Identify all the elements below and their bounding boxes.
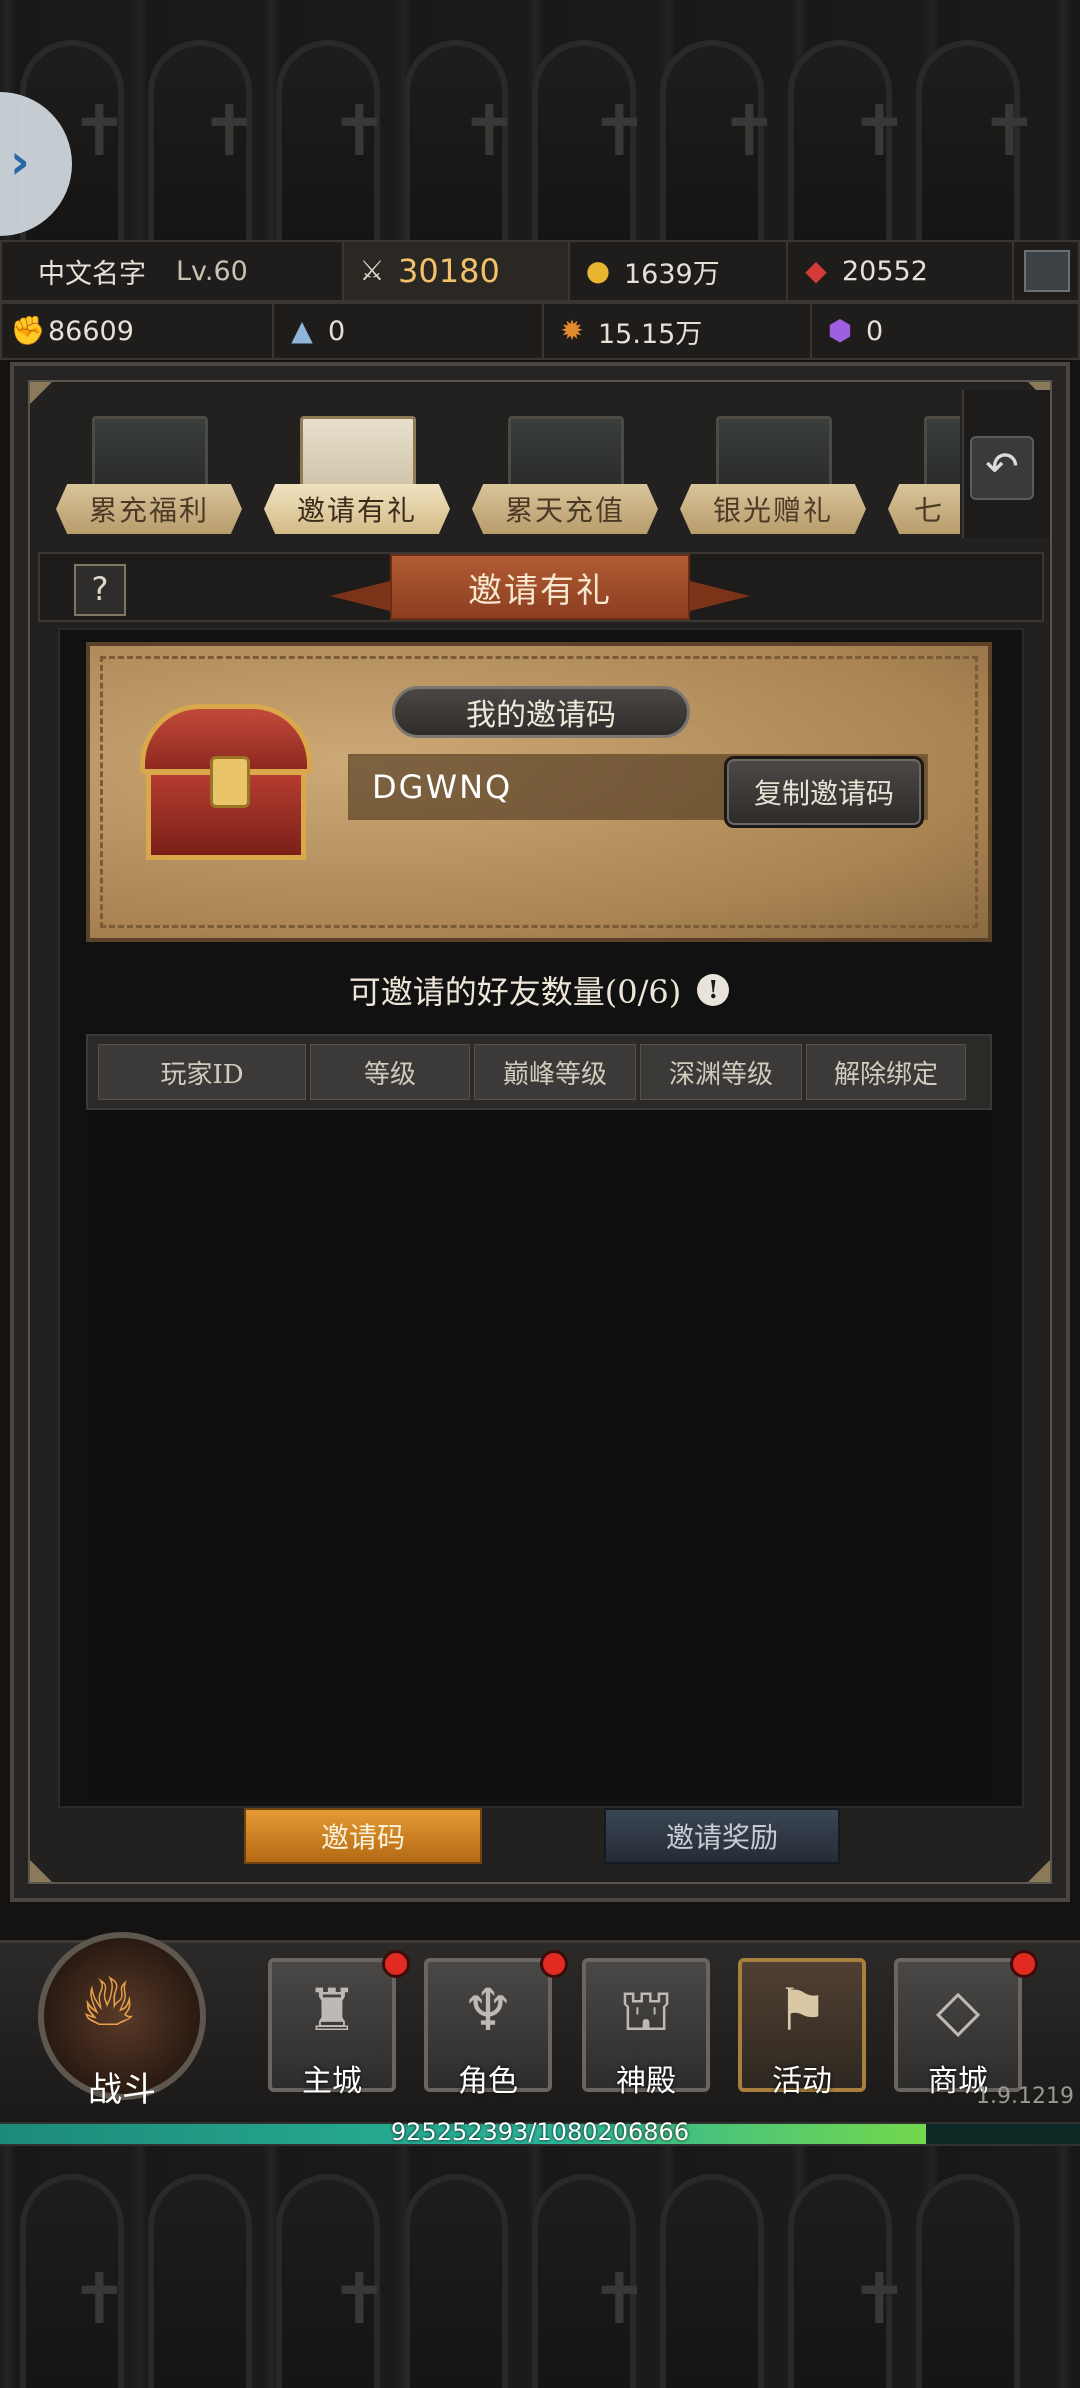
experience-bar: 925252393/1080206866 (0, 2118, 1080, 2146)
nav-main-city[interactable]: ♜ 主城 (268, 1958, 396, 2099)
column-abyss-level: 深渊等级 (640, 1044, 802, 1100)
crossed-swords-icon: ⚔ (359, 254, 385, 287)
back-button[interactable]: ↶ (970, 436, 1034, 500)
info-icon[interactable]: ! (697, 974, 730, 1006)
column-player-id: 玩家ID (98, 1044, 306, 1100)
settings-button[interactable] (1014, 242, 1080, 300)
fire-icon: 🔥︎ (82, 1958, 135, 2042)
tab-daily-recharge[interactable]: 累天充值 (472, 390, 658, 540)
version-label: 1.9.1219 (976, 2084, 1074, 2109)
menu-icon (1024, 250, 1070, 292)
gold-resource[interactable]: ● 1639万 (570, 242, 788, 300)
friends-table-body (86, 1110, 992, 1798)
notification-badge (382, 1950, 410, 1978)
purple-gem-icon: ⬢ (827, 314, 853, 347)
return-arrow-icon: ↶ (985, 444, 1019, 490)
battle-label: 战斗 (88, 2070, 156, 2110)
nav-activity[interactable]: ⚑ 活动 (738, 1958, 866, 2099)
emblem-value: 15.15万 (598, 318, 703, 350)
copy-invite-code-button[interactable]: 复制邀请码 (724, 756, 924, 828)
notification-badge (1010, 1950, 1038, 1978)
tab-label: 银光赠礼 (680, 484, 866, 534)
column-peak-level: 巅峰等级 (474, 1044, 636, 1100)
tab-label: 累充福利 (56, 484, 242, 534)
nav-character[interactable]: ♆ 角色 (424, 1958, 552, 2099)
tab-label: 累天充值 (472, 484, 658, 534)
treasure-chest-icon (136, 704, 316, 860)
castle-icon: ♜ (306, 1976, 358, 2044)
friends-table-header: 玩家ID 等级 巅峰等级 深渊等级 解除绑定 (86, 1034, 992, 1110)
tab-cumulative-recharge[interactable]: 累充福利 (56, 390, 242, 540)
player-name: 中文名字 (38, 258, 146, 290)
panel-title: 邀请有礼 (390, 554, 690, 620)
tab-invite-gift[interactable]: 邀请有礼 (264, 390, 450, 540)
column-level: 等级 (310, 1044, 470, 1100)
combat-power: ⚔ 30180 (344, 242, 570, 300)
diamond-icon: ◇ (935, 1976, 981, 2044)
crystal-value: 0 (328, 315, 346, 347)
battle-button[interactable]: 🔥︎ 战斗 (38, 1932, 206, 2110)
tab-silver-gift[interactable]: 银光赠礼 (680, 390, 866, 540)
nav-label: 神殿 (616, 2064, 676, 2099)
combat-power-value: 30180 (398, 252, 500, 290)
nav-label: 主城 (302, 2064, 362, 2099)
gem-add-icon: ◆ (805, 254, 827, 287)
horned-helmet-icon: ♆ (462, 1976, 514, 2044)
nav-temple[interactable]: ⛫ 神殿 (582, 1958, 710, 2099)
banner-icon: ⚑ (776, 1976, 828, 2044)
strength-value: 86609 (48, 315, 134, 347)
notification-badge (540, 1950, 568, 1978)
invitable-friends-count: 可邀请的好友数量(0/6) (348, 973, 682, 1011)
gem-resource[interactable]: ◆ 20552 (788, 242, 1014, 300)
column-unbind: 解除绑定 (806, 1044, 966, 1100)
gold-value: 1639万 (624, 258, 720, 290)
tab-label: 七 (888, 484, 960, 534)
nav-shop[interactable]: ◇ 商城 (894, 1958, 1022, 2099)
experience-text: 925252393/1080206866 (390, 2118, 690, 2146)
tab-seven[interactable]: 七 (888, 390, 960, 540)
invite-code-tab[interactable]: 邀请码 (244, 1808, 482, 1864)
gothic-background-bottom: ✝ ✝ ✝ ✝ (0, 2144, 1080, 2388)
nav-label: 角色 (458, 2064, 518, 2099)
nav-label: 活动 (772, 2064, 832, 2099)
fist-icon: ✊ (10, 314, 46, 347)
invitable-friends-header: 可邀请的好友数量(0/6) ! (86, 958, 992, 1022)
temple-icon: ⛫ (619, 1976, 673, 2044)
gothic-background-top: ✝ ✝ ✝ ✝ ✝ ✝ ✝ ✝ (0, 0, 1080, 240)
gem-value: 20552 (842, 255, 928, 287)
my-invite-code-label: 我的邀请码 (392, 686, 690, 738)
invite-reward-tab[interactable]: 邀请奖励 (604, 1808, 840, 1864)
help-button[interactable]: ? (74, 564, 126, 616)
crystal-shard-icon: ▲ (291, 314, 313, 347)
sun-emblem-icon: ✹ (560, 314, 584, 347)
player-status-bar: 中文名字 Lv.60 ⚔ 30180 ● 1639万 ◆ 20552 (0, 240, 1080, 302)
chevron-right-icon: › (10, 134, 30, 190)
tab-label: 邀请有礼 (264, 484, 450, 534)
panel-title-ribbon: 邀请有礼 (330, 554, 750, 620)
player-level: Lv.60 (176, 255, 248, 287)
purple-gem-value: 0 (866, 315, 884, 347)
gold-coin-add-icon: ● (585, 254, 611, 287)
resource-bar: ✊ 86609 ▲ 0 ✹ 15.15万 ⬢ 0 (0, 302, 1080, 360)
